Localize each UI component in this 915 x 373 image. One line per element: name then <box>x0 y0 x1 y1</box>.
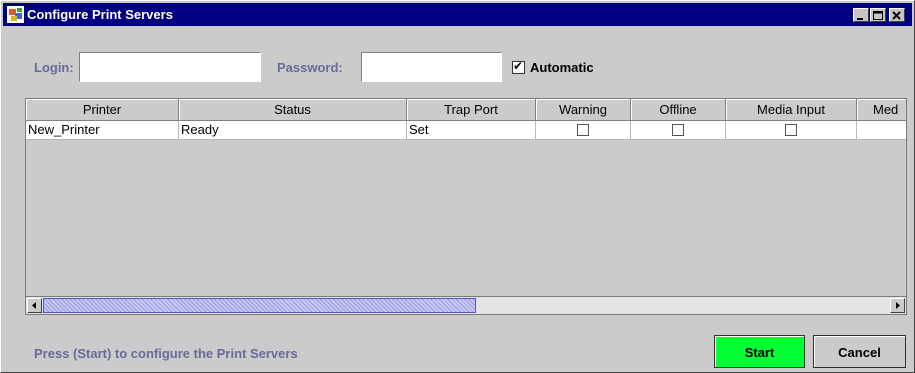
scrollbar-thumb[interactable] <box>43 298 476 313</box>
column-header-status[interactable]: Status <box>179 99 407 121</box>
media-input-checkbox[interactable] <box>785 124 797 136</box>
cell-trap-port[interactable]: Set <box>407 121 536 140</box>
scroll-right-icon <box>896 302 900 309</box>
login-field[interactable] <box>79 52 261 82</box>
status-message: Press (Start) to configure the Print Ser… <box>34 346 298 361</box>
column-header-trap-port[interactable]: Trap Port <box>407 99 536 121</box>
printers-table: Printer Status Trap Port Warning Offline… <box>25 98 907 315</box>
cell-media-input <box>726 121 857 140</box>
scroll-left-button[interactable] <box>27 298 42 313</box>
cell-media-partial[interactable] <box>857 121 906 140</box>
cancel-button[interactable]: Cancel <box>813 335 906 368</box>
configure-print-servers-window: Configure Print Servers Login: Password:… <box>0 0 915 373</box>
automatic-label: Automatic <box>530 60 594 75</box>
password-label: Password: <box>277 60 343 75</box>
password-field[interactable] <box>361 52 502 82</box>
close-icon <box>892 11 901 20</box>
title-bar[interactable]: Configure Print Servers <box>3 3 912 26</box>
checkmark-icon: ✔ <box>513 59 524 73</box>
automatic-checkbox[interactable]: ✔ <box>512 59 525 74</box>
column-header-media-input[interactable]: Media Input <box>726 99 857 121</box>
column-header-offline[interactable]: Offline <box>631 99 726 121</box>
column-header-warning[interactable]: Warning <box>536 99 631 121</box>
warning-checkbox[interactable] <box>577 124 589 136</box>
cell-warning <box>536 121 631 140</box>
column-header-printer[interactable]: Printer <box>26 99 179 121</box>
offline-checkbox[interactable] <box>672 124 684 136</box>
column-header-media-partial[interactable]: Med <box>857 99 906 121</box>
horizontal-scrollbar[interactable] <box>25 296 907 315</box>
scroll-left-icon <box>32 302 36 309</box>
cell-offline <box>631 121 726 140</box>
cell-printer[interactable]: New_Printer <box>26 121 179 140</box>
login-label: Login: <box>34 60 74 75</box>
maximize-button[interactable] <box>870 8 886 22</box>
minimize-icon <box>857 18 863 20</box>
close-button[interactable] <box>889 8 905 22</box>
scroll-right-button[interactable] <box>890 298 905 313</box>
start-button[interactable]: Start <box>714 335 805 368</box>
minimize-button[interactable] <box>853 8 869 22</box>
maximize-icon <box>873 11 883 20</box>
java-app-icon <box>7 6 24 23</box>
window-title: Configure Print Servers <box>27 7 173 22</box>
cell-status[interactable]: Ready <box>179 121 407 140</box>
